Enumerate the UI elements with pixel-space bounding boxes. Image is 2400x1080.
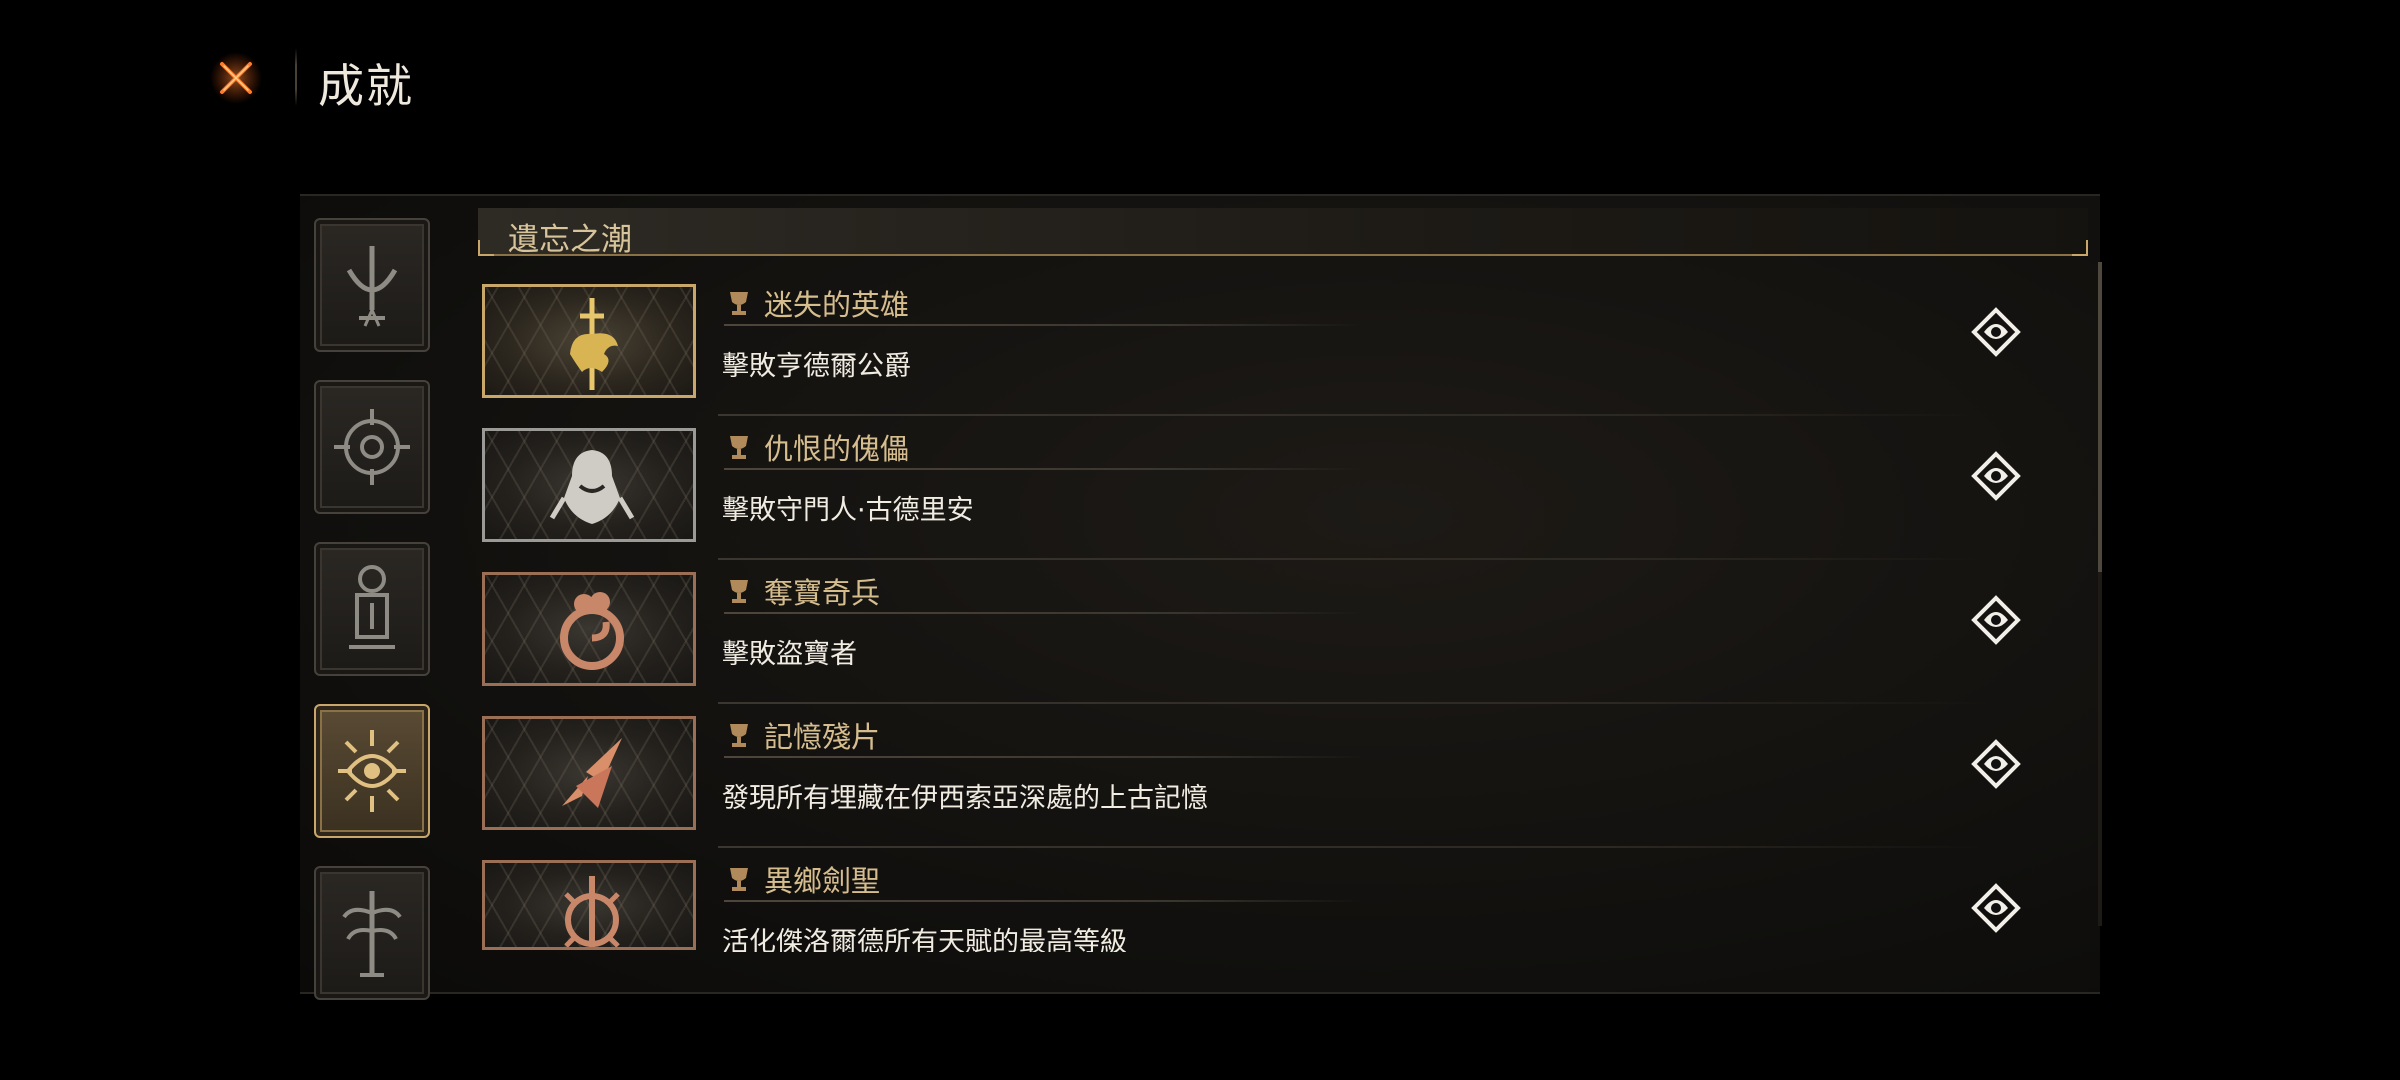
unlocked-emblem-icon [1971,595,2021,645]
sword-sun-icon [564,876,620,947]
achievement-description: 擊敗亨德爾公爵 [722,351,911,382]
coiled-treasure-icon [560,592,624,670]
achievement-badge [482,716,696,830]
hooded-golem-icon [549,450,635,524]
achievement-title: 仇恨的傀儡 [764,432,910,466]
close-x-icon [210,52,262,104]
close-button[interactable] [206,48,266,108]
achievement-status-button[interactable] [1966,878,2026,938]
achievement-description: 擊敗盜寶者 [722,639,857,670]
achievement-row[interactable]: 迷失的英雄 擊敗亨德爾公爵 [478,272,2078,416]
list-scrollbar[interactable] [2098,262,2102,926]
radiant-eye-icon [338,730,406,812]
achievement-description: 擊敗守門人·古德里安 [722,495,974,526]
scrollbar-thumb[interactable] [2098,262,2102,572]
category-tab-4[interactable] [314,704,430,838]
header-divider [295,48,297,106]
achievement-row[interactable]: 異鄉劍聖 活化傑洛爾德所有天賦的最高等級 [478,848,2078,952]
section-header: 遺忘之潮 [478,208,2088,258]
category-tab-3[interactable] [314,542,430,676]
achievement-status-button[interactable] [1966,302,2026,362]
achievement-badge [482,428,696,542]
achievement-row[interactable]: 記憶殘片 發現所有埋藏在伊西索亞深處的上古記憶 [478,704,2078,848]
sword-arch-icon [346,246,398,327]
trophy-icon [730,868,748,891]
compass-eye-icon [334,409,410,485]
trophy-icon [730,436,748,459]
achievement-description: 發現所有埋藏在伊西索亞深處的上古記憶 [722,783,1208,814]
unlocked-emblem-icon [1971,307,2021,357]
achievement-badge [482,572,696,686]
achievement-description: 活化傑洛爾德所有天賦的最高等級 [722,927,1127,952]
trophy-icon [730,724,748,747]
unlocked-emblem-icon [1971,739,2021,789]
category-tab-2[interactable] [314,380,430,514]
shattered-shards-icon [562,738,622,808]
page-title: 成就 [318,59,414,113]
achievement-status-button[interactable] [1966,446,2026,506]
lantern-pillar-icon [349,565,395,649]
unlocked-emblem-icon [1971,883,2021,933]
category-tab-1[interactable] [314,218,430,352]
trophy-icon [730,292,748,315]
achievement-row[interactable]: 奪寶奇兵 擊敗盜寶者 [478,560,2078,704]
trophy-icon [730,580,748,603]
achievement-title: 迷失的英雄 [764,288,910,322]
category-tab-5[interactable] [314,866,430,1000]
achievement-badge [482,860,696,950]
achievement-status-button[interactable] [1966,734,2026,794]
spire-tree-icon [342,891,402,977]
achievement-title: 記憶殘片 [764,720,881,754]
achievement-badge [482,284,696,398]
achievement-title: 奪寶奇兵 [764,576,881,610]
achievement-row[interactable]: 仇恨的傀儡 擊敗守門人·古德里安 [478,416,2078,560]
section-title: 遺忘之潮 [508,222,632,258]
achievement-status-button[interactable] [1966,590,2026,650]
unlocked-emblem-icon [1971,451,2021,501]
achievement-title: 異鄉劍聖 [764,864,881,898]
achievement-list[interactable]: 迷失的英雄 擊敗亨德爾公爵 仇恨的傀儡 擊敗守門人·古德里安 奪寶奇兵 擊敗盜寶… [478,262,2098,952]
golden-beast-sword-icon [570,298,618,390]
